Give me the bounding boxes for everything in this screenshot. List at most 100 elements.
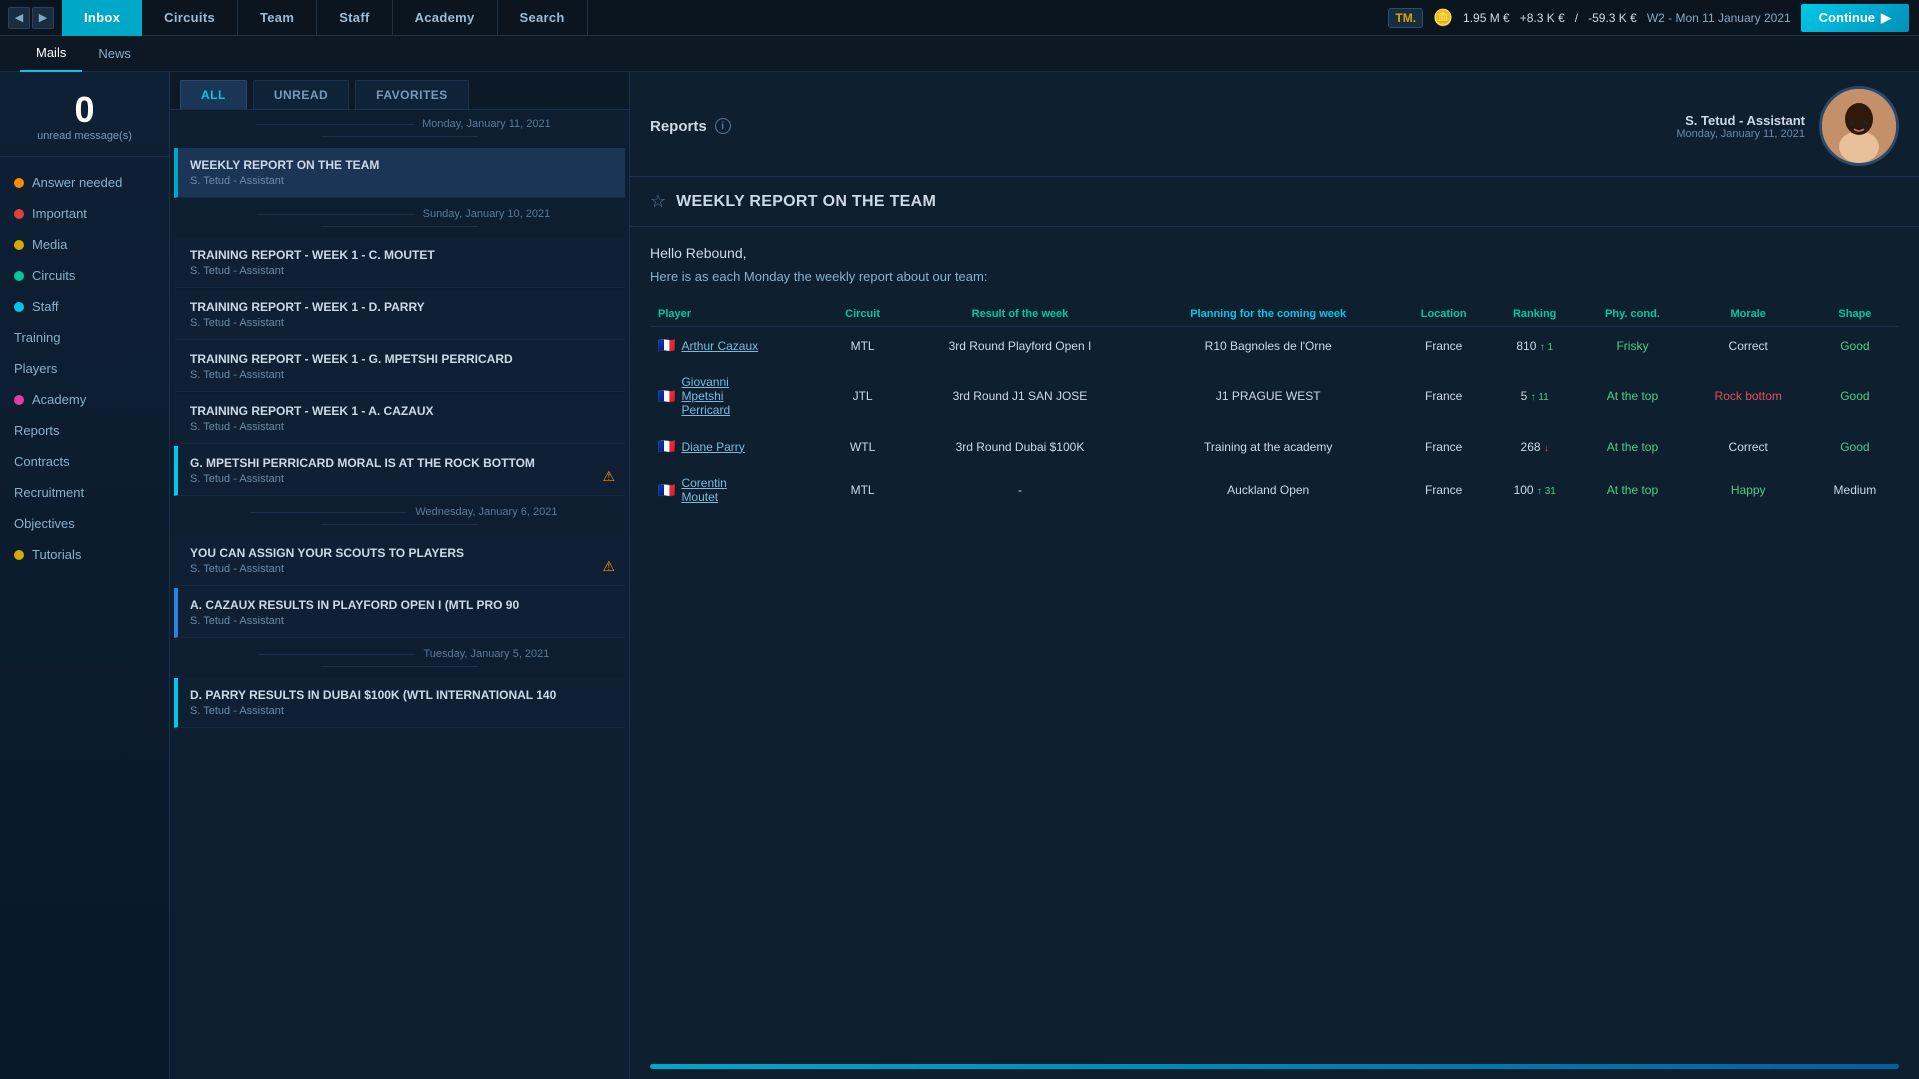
- nav-circuits-button[interactable]: Circuits: [142, 0, 238, 36]
- mails-tab[interactable]: Mails: [20, 36, 82, 72]
- mail-sender: S. Tetud - Assistant: [190, 421, 613, 433]
- mail-title: TRAINING REPORT - WEEK 1 - D. PARRY: [190, 300, 613, 314]
- sidebar-label-training: Training: [14, 330, 60, 345]
- flag-icon: 🇫🇷: [658, 438, 675, 455]
- mail-item-moral-rock-bottom[interactable]: G. MPETSHI PERRICARD MORAL IS AT THE ROC…: [174, 446, 625, 496]
- tab-all[interactable]: ALL: [180, 80, 247, 109]
- alert-icon: ⚠: [602, 468, 615, 485]
- left-sidebar: 0 unread message(s) Answer needed Import…: [0, 72, 170, 1079]
- rank-change-icon: ↓: [1544, 443, 1549, 454]
- phys-cell: At the top: [1579, 428, 1685, 466]
- nav-inbox-button[interactable]: Inbox: [62, 0, 142, 36]
- sidebar-item-academy[interactable]: Academy: [0, 384, 169, 415]
- mail-item-training-cazaux[interactable]: TRAINING REPORT - WEEK 1 - A. CAZAUX S. …: [174, 394, 625, 444]
- sidebar-label-staff: Staff: [32, 299, 59, 314]
- mail-item-cazaux-results[interactable]: A. CAZAUX RESULTS IN PLAYFORD OPEN I (MT…: [174, 588, 625, 638]
- report-avatar: [1819, 86, 1899, 166]
- separator: /: [1575, 11, 1578, 25]
- sidebar-item-staff[interactable]: Staff: [0, 291, 169, 322]
- date-separator-wednesday: Wednesday, January 6, 2021: [174, 498, 625, 534]
- dot-icon: [14, 240, 24, 250]
- continue-button[interactable]: Continue ▶: [1801, 4, 1909, 32]
- sidebar-label-important: Important: [32, 206, 87, 221]
- player-link[interactable]: Diane Parry: [681, 440, 744, 454]
- mail-item-training-parry[interactable]: TRAINING REPORT - WEEK 1 - D. PARRY S. T…: [174, 290, 625, 340]
- sidebar-label-recruitment: Recruitment: [14, 485, 84, 500]
- mail-title: YOU CAN ASSIGN YOUR SCOUTS TO PLAYERS: [190, 546, 613, 560]
- shape-cell: Good: [1811, 365, 1899, 428]
- mail-item-training-moutet[interactable]: TRAINING REPORT - WEEK 1 - C. MOUTET S. …: [174, 238, 625, 288]
- date-separator-tuesday: Tuesday, January 5, 2021: [174, 640, 625, 676]
- shape-cell: Good: [1811, 428, 1899, 466]
- mail-title: TRAINING REPORT - WEEK 1 - C. MOUTET: [190, 248, 613, 262]
- player-link[interactable]: Arthur Cazaux: [681, 339, 758, 353]
- mail-item-weekly-report[interactable]: WEEKLY REPORT ON THE TEAM S. Tetud - Ass…: [174, 148, 625, 198]
- nav-search-button[interactable]: Search: [498, 0, 588, 36]
- mail-sender: S. Tetud - Assistant: [190, 705, 613, 717]
- mail-item-parry-results[interactable]: D. PARRY RESULTS IN DUBAI $100K (WTL INT…: [174, 678, 625, 728]
- morale-cell: Happy: [1686, 466, 1811, 515]
- tab-favorites[interactable]: FAVORITES: [355, 80, 469, 109]
- result-cell: 3rd Round Dubai $100K: [901, 428, 1139, 466]
- report-date-text: Monday, January 11, 2021: [1676, 128, 1805, 140]
- mail-sender: S. Tetud - Assistant: [190, 473, 613, 485]
- news-tab[interactable]: News: [82, 36, 147, 72]
- sidebar-item-training[interactable]: Training: [0, 322, 169, 353]
- nav-forward-button[interactable]: ▶: [32, 7, 54, 29]
- mail-item-training-mpetshi[interactable]: TRAINING REPORT - WEEK 1 - G. MPETSHI PE…: [174, 342, 625, 392]
- sidebar-item-players[interactable]: Players: [0, 353, 169, 384]
- col-player: Player: [650, 302, 824, 327]
- mail-sender: S. Tetud - Assistant: [190, 615, 613, 627]
- location-cell: France: [1397, 466, 1490, 515]
- sidebar-label-media: Media: [32, 237, 67, 252]
- circuit-cell: MTL: [824, 327, 900, 365]
- mail-title: TRAINING REPORT - WEEK 1 - G. MPETSHI PE…: [190, 352, 613, 366]
- nav-team-button[interactable]: Team: [238, 0, 317, 36]
- circuit-cell: WTL: [824, 428, 900, 466]
- report-body: Hello Rebound, Here is as each Monday th…: [630, 227, 1919, 1054]
- star-icon[interactable]: ☆: [650, 191, 666, 212]
- tab-unread[interactable]: UNREAD: [253, 80, 349, 109]
- sidebar-item-recruitment[interactable]: Recruitment: [0, 477, 169, 508]
- mail-scroll-area[interactable]: Monday, January 11, 2021 WEEKLY REPORT O…: [170, 110, 629, 1079]
- sidebar-label-reports: Reports: [14, 423, 60, 438]
- income-display: +8.3 K €: [1520, 11, 1565, 25]
- flag-icon: 🇫🇷: [658, 337, 675, 354]
- sidebar-item-circuits[interactable]: Circuits: [0, 260, 169, 291]
- report-sender-name: S. Tetud - Assistant: [1676, 113, 1805, 128]
- nav-staff-button[interactable]: Staff: [317, 0, 392, 36]
- unread-label: unread message(s): [0, 130, 169, 142]
- player-link[interactable]: CorentinMoutet: [681, 476, 726, 504]
- table-row: 🇫🇷 Diane Parry WTL 3rd Round Dubai $100K…: [650, 428, 1899, 466]
- tm-logo: TM.: [1388, 8, 1423, 28]
- phys-cell: At the top: [1579, 365, 1685, 428]
- sidebar-label-contracts: Contracts: [14, 454, 70, 469]
- report-header: Reports i S. Tetud - Assistant Monday, J…: [630, 72, 1919, 177]
- sidebar-item-objectives[interactable]: Objectives: [0, 508, 169, 539]
- table-row: 🇫🇷 CorentinMoutet MTL - Auckland Open Fr…: [650, 466, 1899, 515]
- mail-item-scouts[interactable]: YOU CAN ASSIGN YOUR SCOUTS TO PLAYERS S.…: [174, 536, 625, 586]
- unread-count-area: 0 unread message(s): [0, 82, 169, 146]
- table-header-row: Player Circuit Result of the week Planni…: [650, 302, 1899, 327]
- mail-title: G. MPETSHI PERRICARD MORAL IS AT THE ROC…: [190, 456, 613, 470]
- shape-cell: Good: [1811, 327, 1899, 365]
- location-cell: France: [1397, 327, 1490, 365]
- info-icon[interactable]: i: [715, 118, 731, 134]
- sidebar-label-objectives: Objectives: [14, 516, 75, 531]
- nav-academy-button[interactable]: Academy: [393, 0, 498, 36]
- mail-tabs-area: ALL UNREAD FAVORITES: [170, 72, 629, 110]
- sidebar-item-contracts[interactable]: Contracts: [0, 446, 169, 477]
- dot-icon: [14, 550, 24, 560]
- mail-sender: S. Tetud - Assistant: [190, 175, 613, 187]
- sidebar-item-answer-needed[interactable]: Answer needed: [0, 167, 169, 198]
- mail-title: A. CAZAUX RESULTS IN PLAYFORD OPEN I (MT…: [190, 598, 613, 612]
- location-cell: France: [1397, 428, 1490, 466]
- col-location: Location: [1397, 302, 1490, 327]
- nav-back-button[interactable]: ◀: [8, 7, 30, 29]
- sidebar-item-important[interactable]: Important: [0, 198, 169, 229]
- sidebar-item-tutorials[interactable]: Tutorials: [0, 539, 169, 570]
- sidebar-label-circuits: Circuits: [32, 268, 75, 283]
- sidebar-item-reports[interactable]: Reports: [0, 415, 169, 446]
- sidebar-item-media[interactable]: Media: [0, 229, 169, 260]
- player-link[interactable]: GiovanniMpetshiPerricard: [681, 375, 730, 417]
